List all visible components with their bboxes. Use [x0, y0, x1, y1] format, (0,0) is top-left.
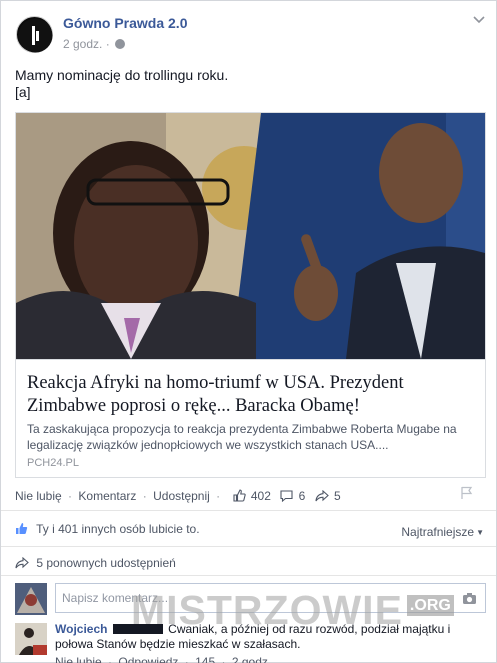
- comment-time[interactable]: 2 godz.: [232, 655, 271, 663]
- post-text-line: Mamy nominację do trollingu roku.: [15, 67, 229, 83]
- commenter-avatar[interactable]: [15, 623, 47, 655]
- action-separator: ·: [142, 489, 147, 503]
- action-separator: ·: [108, 655, 113, 663]
- action-separator: ·: [184, 655, 189, 663]
- share-arrow-icon: [315, 490, 329, 502]
- comment-body: Wojciech Cwaniak, a później od razu rozw…: [55, 622, 485, 652]
- post-card: Gówno Prawda 2.0 2 godz. · Mamy nominacj…: [0, 0, 497, 663]
- share-button[interactable]: Udostępnij: [153, 489, 210, 503]
- comment-actions: Nie lubię · Odpowiedz · 145 · 2 godz.: [55, 655, 271, 663]
- divider: [1, 510, 496, 511]
- sort-label: Najtrafniejsze: [401, 525, 475, 539]
- post-text-line: [a]: [15, 84, 31, 100]
- link-title[interactable]: Reakcja Afryki na homo-triumf w USA. Pre…: [27, 372, 477, 418]
- watermark-suffix: .ORG: [406, 595, 454, 616]
- caret-down-icon: ▼: [476, 528, 484, 537]
- unlike-button[interactable]: Nie lubię: [15, 489, 62, 503]
- link-preview-image[interactable]: [16, 113, 485, 359]
- current-user-avatar: [15, 583, 47, 615]
- shares-summary: 5 ponownych udostępnień: [36, 556, 176, 570]
- redacted-name-bar: [112, 624, 163, 634]
- meta-separator: ·: [105, 37, 110, 51]
- comment-button[interactable]: Komentarz: [78, 489, 136, 503]
- likes-summary[interactable]: Ty i 401 innych osób lubicie to.: [36, 522, 199, 536]
- action-separator: ·: [216, 489, 221, 503]
- shares-count[interactable]: 5: [334, 489, 341, 503]
- divider: [1, 546, 496, 547]
- likes-count[interactable]: 402: [251, 489, 271, 503]
- thumbs-up-icon: [16, 523, 28, 534]
- post-meta: 2 godz. ·: [63, 37, 126, 51]
- post-actions: Nie lubię · Komentarz · Udostępnij · 402…: [15, 489, 341, 503]
- likes-summary-row: Ty i 401 innych osób lubicie to.: [15, 522, 200, 536]
- page-avatar[interactable]: [16, 16, 53, 53]
- camera-icon[interactable]: [462, 592, 477, 605]
- post-text: Mamy nominację do trollingu roku. [a]: [15, 67, 228, 101]
- action-separator: ·: [68, 489, 73, 503]
- comment-author[interactable]: Wojciech: [55, 622, 107, 636]
- link-preview-body: Reakcja Afryki na homo-triumf w USA. Pre…: [16, 359, 485, 477]
- page-name[interactable]: Gówno Prawda 2.0: [63, 15, 187, 31]
- action-separator: ·: [221, 655, 226, 663]
- comment-likes-count[interactable]: 145: [195, 655, 215, 663]
- shares-summary-row[interactable]: 5 ponownych udostępnień: [15, 556, 176, 570]
- globe-icon: [115, 39, 126, 49]
- comment-reply-button[interactable]: Odpowiedz: [118, 655, 178, 663]
- link-preview[interactable]: Reakcja Afryki na homo-triumf w USA. Pre…: [15, 112, 486, 478]
- share-arrow-icon: [15, 557, 29, 569]
- comment-sort-dropdown[interactable]: Najtrafniejsze ▼: [401, 525, 484, 539]
- comment-bubble-icon: [280, 490, 293, 502]
- divider: [1, 575, 496, 576]
- thumbs-up-icon: [232, 489, 246, 502]
- link-description: Ta zaskakująca propozycja to reakcja pre…: [27, 422, 457, 452]
- link-domain: PCH24.PL: [27, 457, 79, 469]
- chevron-down-icon[interactable]: [472, 13, 486, 27]
- comment-unlike-button[interactable]: Nie lubię: [55, 655, 102, 663]
- post-time[interactable]: 2 godz.: [63, 37, 102, 51]
- page-logo-icon: [18, 18, 53, 53]
- comments-count[interactable]: 6: [299, 489, 306, 503]
- flag-icon[interactable]: [460, 486, 474, 500]
